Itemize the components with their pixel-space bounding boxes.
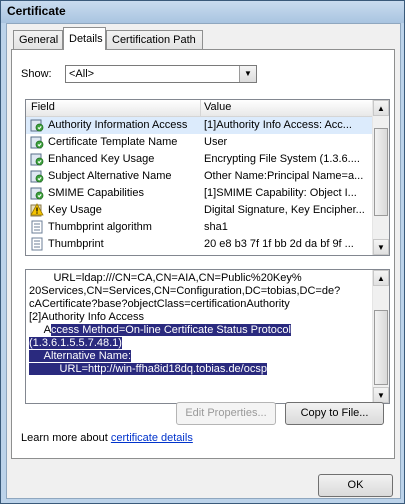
tab-general[interactable]: General [13, 30, 63, 49]
title-bar[interactable]: Certificate [1, 1, 404, 23]
learn-more: Learn more about certificate details [21, 432, 193, 444]
scroll-thumb[interactable] [374, 128, 388, 216]
field-name: Certificate Template Name [48, 136, 178, 148]
table-row[interactable]: Enhanced Key Usage Encrypting File System… [26, 151, 372, 168]
field-name: Enhanced Key Usage [48, 153, 155, 165]
show-filter-select[interactable]: <All> ▼ [65, 65, 257, 83]
field-name: Authority Information Access [48, 119, 188, 131]
tab-details-label: Details [69, 33, 103, 45]
detail-line-selected-text: ccess Method=On-line Certificate Status … [51, 324, 291, 336]
tab-certification-path-label: Certification Path [112, 34, 196, 46]
detail-line-selected-text: (1.3.6.1.5.5.7.48.1) [29, 337, 122, 349]
certificate-details-link[interactable]: certificate details [111, 432, 193, 444]
extension-icon [30, 152, 44, 166]
field-name: Thumbprint [48, 238, 104, 250]
field-value: Encrypting File System (1.3.6.... [204, 153, 360, 165]
field-rows: Authority Information Access [1]Authority… [26, 117, 372, 253]
show-label: Show: [21, 68, 52, 80]
detail-scrollbar[interactable]: ▲ ▼ [372, 270, 389, 403]
tab-details[interactable]: Details [63, 27, 106, 50]
field-value: [1]Authority Info Access: Acc... [204, 119, 352, 131]
scroll-up-icon[interactable]: ▲ [373, 270, 389, 286]
table-row[interactable]: Thumbprint algorithm sha1 [26, 219, 372, 236]
column-header-value[interactable]: Value [204, 101, 231, 113]
detail-line-text: 20Services,CN=Services,CN=Configuration,… [29, 285, 341, 297]
field-detail-textbox[interactable]: URL=ldap:///CN=CA,CN=AIA,CN=Public%20Key… [25, 269, 390, 404]
critical-extension-icon [30, 203, 44, 217]
table-row[interactable]: Key Usage Digital Signature, Key Encipher… [26, 202, 372, 219]
property-icon [30, 237, 44, 251]
table-row[interactable]: Subject Alternative Name Other Name:Princ… [26, 168, 372, 185]
scroll-down-icon[interactable]: ▼ [373, 239, 389, 255]
field-value: Other Name:Principal Name=a... [204, 170, 364, 182]
ok-button[interactable]: OK [318, 474, 393, 497]
tab-general-label: General [19, 34, 59, 46]
property-icon [30, 220, 44, 234]
window-title: Certificate [7, 4, 66, 18]
edit-properties-button[interactable]: Edit Properties... [176, 402, 276, 425]
scroll-up-icon[interactable]: ▲ [373, 100, 389, 116]
fields-list[interactable]: Field Value Authority Information Access… [25, 99, 390, 256]
scroll-down-icon[interactable]: ▼ [373, 387, 389, 403]
field-name: Subject Alternative Name [48, 170, 172, 182]
extension-icon [30, 169, 44, 183]
detail-line-text: URL=ldap:///CN=CA,CN=AIA,CN=Public%20Key… [29, 272, 302, 284]
field-value: sha1 [204, 221, 228, 233]
table-row[interactable]: Thumbprint 20 e8 b3 7f 1f bb 2d da bf 9f … [26, 236, 372, 253]
column-header-field[interactable]: Field [31, 101, 55, 113]
learn-more-text: Learn more about [21, 432, 111, 444]
extension-icon [30, 186, 44, 200]
detail-line-text: cACertificate?base?objectClass=certifica… [29, 298, 290, 310]
table-row[interactable]: SMIME Capabilities [1]SMIME Capability: O… [26, 185, 372, 202]
detail-line: URL=http://win-ffha8id18dq.tobias.de/ocs… [29, 363, 371, 376]
field-value: 20 e8 b3 7f 1f bb 2d da bf 9f ... [204, 238, 354, 250]
show-filter-value: <All> [69, 68, 95, 80]
field-name: Thumbprint algorithm [48, 221, 152, 233]
detail-text: URL=ldap:///CN=CA,CN=AIA,CN=Public%20Key… [29, 272, 371, 376]
detail-line-selected-text: Alternative Name: [29, 350, 132, 362]
column-divider[interactable] [200, 100, 201, 116]
detail-line: [2]Authority Info Access [29, 311, 371, 324]
chevron-down-icon[interactable]: ▼ [239, 66, 256, 82]
scroll-thumb[interactable] [374, 310, 388, 385]
list-header: Field Value [26, 100, 372, 117]
dialog-body: General Details Certification Path Show:… [6, 23, 401, 499]
fields-scrollbar[interactable]: ▲ ▼ [372, 100, 389, 255]
field-value: [1]SMIME Capability: Object I... [204, 187, 357, 199]
field-value: User [204, 136, 228, 148]
detail-line: cACertificate?base?objectClass=certifica… [29, 298, 371, 311]
tab-certification-path[interactable]: Certification Path [106, 30, 203, 49]
table-row[interactable]: Authority Information Access [1]Authority… [26, 117, 372, 134]
detail-line: URL=ldap:///CN=CA,CN=AIA,CN=Public%20Key… [29, 272, 371, 285]
detail-line: (1.3.6.1.5.5.7.48.1) [29, 337, 371, 350]
field-name: Key Usage [48, 204, 102, 216]
detail-line-selected-text: URL=http://win-ffha8id18dq.tobias.de/ocs… [29, 363, 267, 375]
extension-icon [30, 135, 44, 149]
field-name: SMIME Capabilities [48, 187, 144, 199]
detail-line: Access Method=On-line Certificate Status… [29, 324, 371, 337]
extension-icon [30, 118, 44, 132]
detail-line-text: A [29, 324, 52, 336]
detail-line-text: [2]Authority Info Access [29, 311, 144, 323]
table-row[interactable]: Certificate Template Name User [26, 134, 372, 151]
certificate-window: Certificate General Details Certificatio… [0, 0, 405, 504]
detail-line: Alternative Name: [29, 350, 371, 363]
field-value: Digital Signature, Key Encipher... [204, 204, 365, 216]
copy-to-file-button[interactable]: Copy to File... [285, 402, 384, 425]
detail-line: 20Services,CN=Services,CN=Configuration,… [29, 285, 371, 298]
